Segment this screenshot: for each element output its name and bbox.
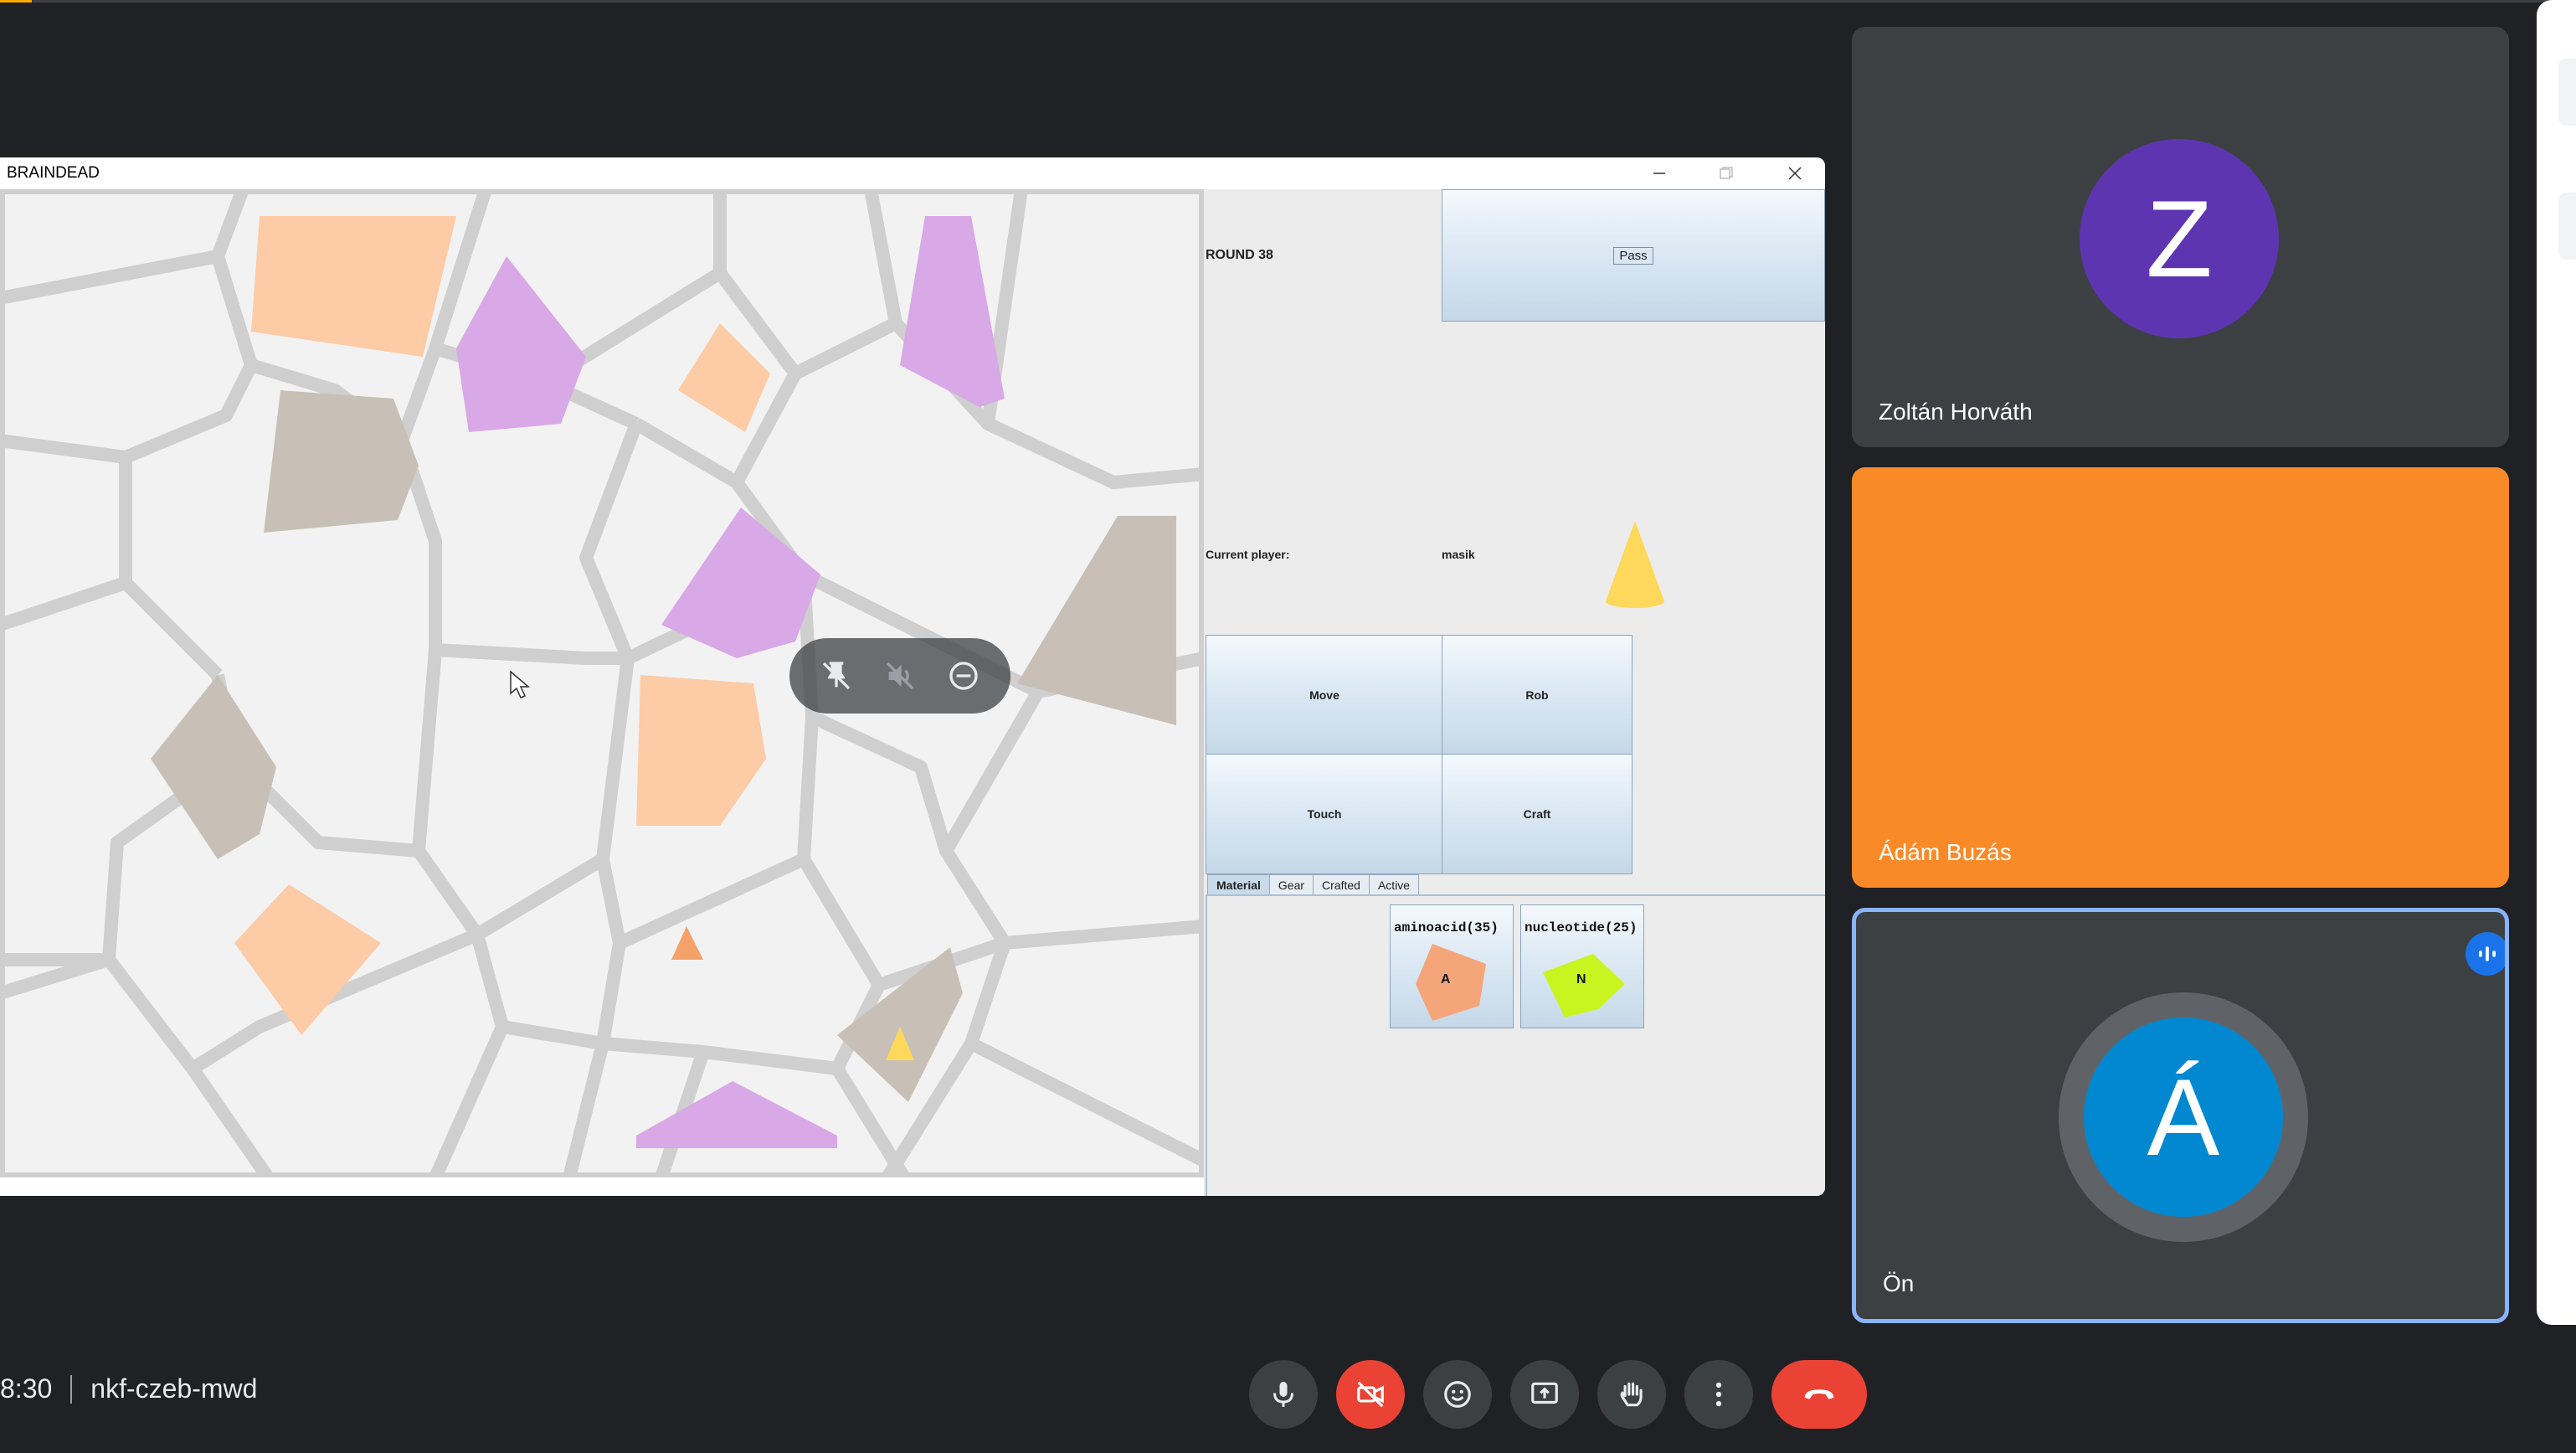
round-label: ROUND 38 bbox=[1206, 248, 1273, 262]
window-title: BRAINDEAD bbox=[7, 164, 100, 182]
participant-tile[interactable]: Ádám Buzás bbox=[1852, 467, 2509, 888]
microphone-icon bbox=[1273, 1382, 1293, 1407]
presentation-overlay-controls bbox=[789, 638, 1010, 714]
material-label: nucleotide(25) bbox=[1525, 920, 1638, 935]
move-label: Move bbox=[1309, 688, 1339, 702]
game-map[interactable] bbox=[0, 189, 1204, 1177]
unpin-icon[interactable] bbox=[818, 657, 855, 694]
participant-name: Ádám Buzás bbox=[1879, 839, 2012, 865]
raise-hand-button[interactable] bbox=[1597, 1360, 1666, 1429]
mute-audio-icon[interactable] bbox=[882, 657, 918, 694]
side-panel-pill bbox=[2558, 59, 2576, 126]
mouse-cursor-icon bbox=[510, 670, 531, 698]
rob-label: Rob bbox=[1525, 688, 1549, 702]
more-options-button[interactable] bbox=[1684, 1360, 1753, 1429]
tab-material[interactable]: Material bbox=[1207, 874, 1270, 895]
touch-label: Touch bbox=[1307, 807, 1342, 821]
map-cell-peach bbox=[251, 216, 456, 357]
material-card-aminoacid[interactable]: aminoacid(35) A bbox=[1390, 904, 1514, 1028]
meeting-time: 8:30 bbox=[0, 1373, 53, 1404]
emoji-button[interactable] bbox=[1423, 1360, 1492, 1429]
tab-crafted[interactable]: Crafted bbox=[1313, 874, 1370, 895]
current-player-label: Current player: bbox=[1206, 548, 1290, 561]
meeting-info: 8:30 nkf-czeb-mwd bbox=[0, 1373, 257, 1404]
pass-label: Pass bbox=[1613, 246, 1653, 265]
present-icon bbox=[1531, 1382, 1558, 1404]
remove-icon[interactable] bbox=[945, 657, 982, 694]
craft-label: Craft bbox=[1523, 807, 1551, 821]
material-letter: A bbox=[1441, 972, 1451, 987]
meeting-code: nkf-czeb-mwd bbox=[90, 1373, 258, 1404]
close-icon[interactable] bbox=[1776, 161, 1813, 186]
participant-name: Zoltán Horváth bbox=[1879, 399, 2033, 425]
tab-gear[interactable]: Gear bbox=[1268, 874, 1314, 895]
participant-tile-self[interactable]: Á Ön bbox=[1852, 908, 2509, 1323]
camera-off-icon bbox=[1357, 1381, 1384, 1408]
material-label: aminoacid(35) bbox=[1394, 920, 1499, 935]
emoji-icon bbox=[1444, 1381, 1471, 1408]
present-button[interactable] bbox=[1510, 1360, 1579, 1429]
avatar: Á bbox=[2084, 1018, 2283, 1217]
avatar: Z bbox=[2080, 139, 2279, 338]
minimize-icon[interactable] bbox=[1641, 161, 1678, 186]
game-side-panel: ROUND 38 Pass Current player: masik Move… bbox=[1204, 189, 1825, 1196]
move-button[interactable]: Move bbox=[1206, 635, 1443, 755]
side-panel-edge bbox=[2537, 0, 2576, 1325]
pass-button[interactable]: Pass bbox=[1442, 189, 1825, 322]
tab-active[interactable]: Active bbox=[1368, 874, 1420, 895]
top-border bbox=[0, 0, 2576, 3]
material-panel: aminoacid(35) A nucleotide(25) N bbox=[1206, 894, 1825, 1196]
top-accent bbox=[0, 0, 32, 3]
microphone-button[interactable] bbox=[1249, 1360, 1318, 1429]
maximize-icon bbox=[1708, 161, 1745, 186]
more-options-icon bbox=[1715, 1382, 1722, 1407]
touch-button[interactable]: Touch bbox=[1206, 754, 1443, 874]
map-cell-taupe bbox=[264, 390, 419, 533]
side-panel-pill bbox=[2558, 193, 2576, 260]
current-player-name: masik bbox=[1442, 548, 1475, 561]
end-call-icon bbox=[1804, 1389, 1834, 1399]
participant-tile[interactable]: Z Zoltán Horváth bbox=[1852, 27, 2509, 447]
participant-name: Ön bbox=[1883, 1270, 1915, 1296]
rob-button[interactable]: Rob bbox=[1442, 635, 1632, 755]
material-card-nucleotide[interactable]: nucleotide(25) N bbox=[1520, 904, 1644, 1028]
window-titlebar: BRAINDEAD bbox=[0, 157, 1825, 189]
current-player-marker-icon bbox=[1606, 521, 1664, 608]
camera-button[interactable] bbox=[1336, 1360, 1405, 1429]
end-call-button[interactable] bbox=[1771, 1360, 1867, 1429]
craft-button[interactable]: Craft bbox=[1442, 754, 1632, 874]
divider bbox=[70, 1374, 73, 1404]
material-letter: N bbox=[1576, 972, 1586, 987]
speaking-indicator-icon bbox=[2465, 932, 2505, 976]
inventory-tabs: Material Gear Crafted Active bbox=[1207, 874, 1420, 895]
raise-hand-icon bbox=[1620, 1382, 1643, 1407]
